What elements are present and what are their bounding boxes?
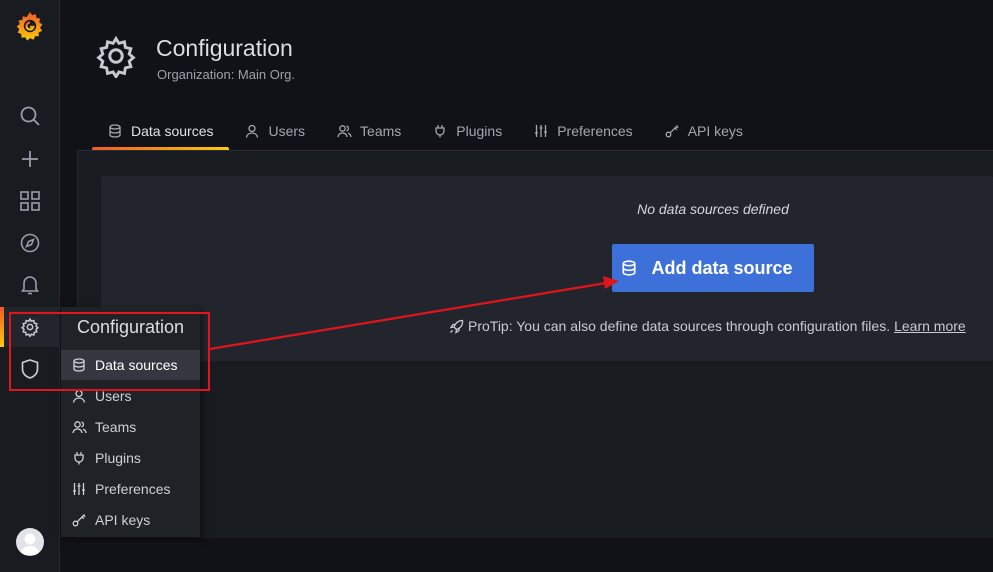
tab-plugins[interactable]: Plugins [417, 112, 518, 150]
gear-icon[interactable] [0, 307, 60, 347]
database-icon [72, 358, 86, 372]
flyout-item-label: Preferences [95, 481, 171, 497]
grafana-logo-icon[interactable] [0, 5, 60, 47]
user-icon [245, 124, 259, 138]
flyout-item-data-sources[interactable]: Data sources [61, 350, 200, 380]
tab-label: Users [268, 123, 306, 139]
users-icon [337, 124, 352, 138]
empty-state-message: No data sources defined [637, 201, 789, 217]
avatar-icon[interactable] [0, 522, 60, 562]
tab-data-sources[interactable]: Data sources [92, 112, 230, 150]
flyout-item-users[interactable]: Users [61, 381, 200, 411]
flyout-item-label: Teams [95, 419, 137, 435]
add-data-source-label: Add data source [651, 257, 793, 278]
protip: ProTip: You can also define data sources… [449, 318, 966, 334]
avatar [16, 528, 44, 556]
tab-api-keys[interactable]: API keys [649, 112, 759, 150]
rocket-icon [449, 319, 464, 334]
bell-icon[interactable] [0, 265, 60, 305]
tab-label: Plugins [456, 123, 503, 139]
key-icon [665, 124, 679, 138]
database-icon [108, 124, 122, 138]
flyout-item-label: Plugins [95, 450, 141, 466]
key-icon [72, 513, 86, 527]
flyout-item-preferences[interactable]: Preferences [61, 474, 200, 504]
add-data-source-button[interactable]: Add data source [612, 244, 814, 292]
configuration-gear-icon [94, 34, 138, 78]
flyout-item-label: Users [95, 388, 132, 404]
tab-label: Preferences [557, 123, 633, 139]
users-icon [72, 420, 87, 434]
plus-icon[interactable] [0, 139, 60, 179]
tab-label: Data sources [131, 123, 214, 139]
database-icon [621, 260, 637, 276]
tab-preferences[interactable]: Preferences [518, 112, 648, 150]
flyout-item-teams[interactable]: Teams [61, 412, 200, 442]
flyout-title[interactable]: Configuration [77, 317, 184, 338]
flyout-item-label: API keys [95, 512, 151, 528]
flyout-item-plugins[interactable]: Plugins [61, 443, 200, 473]
search-icon[interactable] [0, 96, 60, 136]
sidebar [0, 0, 60, 572]
page-title: Configuration [156, 35, 293, 61]
shield-icon[interactable] [0, 349, 60, 389]
page-subtitle: Organization: Main Org. [157, 67, 296, 82]
flyout-item-label: Data sources [95, 357, 178, 373]
tab-label: API keys [687, 123, 743, 139]
sliders-icon [72, 482, 86, 496]
tab-teams[interactable]: Teams [321, 112, 417, 150]
user-icon [72, 389, 86, 403]
tab-label: Teams [360, 123, 402, 139]
compass-icon[interactable] [0, 223, 60, 263]
plug-icon [433, 124, 447, 138]
tab-users[interactable]: Users [229, 112, 321, 150]
tab-bar: Data sources Users Teams Plugins Prefere… [92, 112, 759, 150]
sliders-icon [534, 124, 548, 138]
plug-icon [72, 451, 86, 465]
protip-text: ProTip: You can also define data sources… [468, 318, 891, 334]
flyout-item-api-keys[interactable]: API keys [61, 505, 200, 535]
dashboards-grid-icon[interactable] [0, 181, 60, 221]
learn-more-link[interactable]: Learn more [894, 318, 966, 334]
